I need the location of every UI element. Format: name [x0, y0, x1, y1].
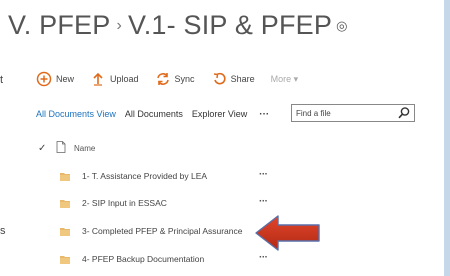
more-views-ellipsis[interactable]: ···: [259, 109, 269, 120]
highlight-arrow-icon: [255, 215, 320, 251]
view-selector-bar: All Documents View All Documents Explore…: [36, 103, 283, 125]
upload-label: Upload: [110, 74, 139, 84]
folder-name-link[interactable]: 3- Completed PFEP & Principal Assurance: [82, 226, 242, 236]
search-icon[interactable]: [397, 106, 411, 120]
upload-arrow-icon: [90, 71, 106, 87]
folder-icon: [60, 199, 70, 208]
sync-label: Sync: [174, 74, 195, 84]
plus-circle-icon: [36, 71, 52, 87]
site-title[interactable]: V. PFEP: [8, 10, 110, 40]
row-ellipsis-menu[interactable]: ···: [259, 252, 268, 263]
more-menu-button[interactable]: More ▾: [271, 74, 299, 85]
list-item[interactable]: 3- Completed PFEP & Principal Assurance: [60, 223, 242, 239]
file-type-icon: [56, 141, 74, 155]
breadcrumb-separator: ›: [116, 17, 122, 34]
row-ellipsis-menu[interactable]: ···: [259, 169, 268, 180]
library-title[interactable]: V.1- SIP & PFEP: [128, 10, 332, 40]
new-button[interactable]: New: [36, 71, 74, 87]
list-item[interactable]: 2- SIP Input in ESSAC: [60, 195, 167, 211]
folder-name-link[interactable]: 4- PFEP Backup Documentation: [82, 254, 204, 264]
command-bar: New Upload Sync Share More ▾: [36, 68, 314, 90]
sync-button[interactable]: Sync: [155, 71, 195, 87]
slide-background-edge: [444, 0, 450, 276]
list-item[interactable]: 1- T. Assistance Provided by LEA: [60, 168, 207, 184]
find-file-input[interactable]: [296, 106, 392, 120]
list-header: ✓ Name: [38, 140, 95, 156]
list-item[interactable]: 4- PFEP Backup Documentation: [60, 251, 204, 267]
folder-icon: [60, 172, 70, 181]
document-library-panel: V. PFEP › V.1- SIP & PFEP ◎ t s New Uplo…: [0, 0, 447, 276]
page-title: V. PFEP › V.1- SIP & PFEP ◎: [8, 10, 348, 41]
new-label: New: [56, 74, 75, 84]
folder-icon: [60, 227, 70, 236]
folder-name-link[interactable]: 2- SIP Input in ESSAC: [82, 198, 167, 208]
find-file-search-box[interactable]: [291, 104, 415, 122]
folder-name-link[interactable]: 1- T. Assistance Provided by LEA: [82, 171, 207, 181]
clipped-left-nav-text: s: [0, 225, 6, 237]
share-icon: [211, 71, 227, 87]
name-column-header[interactable]: Name: [74, 144, 95, 153]
select-all-checkmark[interactable]: ✓: [38, 143, 56, 154]
share-label: Share: [230, 74, 255, 84]
more-label: More ▾: [270, 73, 299, 84]
sync-icon: [155, 71, 171, 87]
follow-icon[interactable]: ◎: [336, 18, 348, 33]
share-button[interactable]: Share: [211, 71, 255, 87]
view-explorer[interactable]: Explorer View: [192, 109, 247, 119]
upload-button[interactable]: Upload: [90, 71, 139, 87]
view-all-documents[interactable]: All Documents: [125, 109, 183, 119]
view-all-documents-view[interactable]: All Documents View: [36, 109, 116, 119]
clipped-left-nav-text: t: [0, 74, 4, 86]
folder-icon: [60, 255, 70, 264]
row-ellipsis-menu[interactable]: ···: [259, 196, 268, 207]
